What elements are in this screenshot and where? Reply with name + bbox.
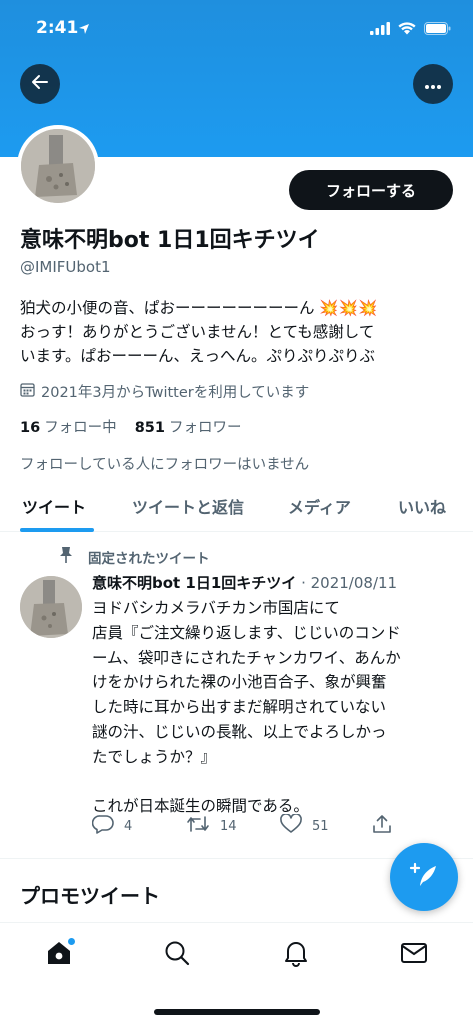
nav-search[interactable]: [159, 937, 195, 973]
share-icon: [372, 814, 392, 838]
joined-text: 2021年3月からTwitterを利用しています: [41, 385, 310, 401]
following-count: 16: [20, 420, 41, 436]
bio-line: おっす！ありがとうございません！とても感謝して: [20, 323, 375, 341]
bottom-nav: [0, 922, 473, 1024]
share-button[interactable]: [372, 814, 392, 838]
tweet-text[interactable]: ヨドバシカメラバチカン市国店にて 店員『ご注文繰り返します、じじいのコンド ーム…: [92, 596, 462, 819]
tweet-avatar[interactable]: [20, 576, 82, 638]
status-time: 2:41: [36, 18, 79, 38]
followers-link[interactable]: 851 フォロワー: [135, 416, 242, 437]
tab-indicator: [20, 528, 94, 532]
more-icon: [424, 75, 442, 94]
handle: @IMIFUbot1: [20, 258, 111, 276]
retweet-button[interactable]: 14: [186, 814, 237, 838]
more-button[interactable]: [413, 64, 453, 104]
tab-tweets[interactable]: ツイート: [22, 494, 86, 518]
bio: 狛犬の小便の音、ぱおーーーーーーーーん 💥💥💥 おっす！ありがとうございません！…: [20, 296, 460, 368]
like-count: 51: [312, 818, 329, 834]
reply-button[interactable]: 4: [91, 814, 133, 838]
tweet-line: けをかけられた裸の小池百合子、象が興奮: [92, 673, 387, 692]
back-arrow-icon: [31, 73, 49, 95]
tweet-author[interactable]: 意味不明bot 1日1回キチツイ: [92, 574, 296, 592]
bio-line: 狛犬の小便の音、ぱおーーーーーーーーん 💥💥💥: [20, 299, 378, 317]
tab-tweets-replies[interactable]: ツイートと返信: [132, 494, 244, 518]
search-icon: [164, 940, 190, 970]
compose-icon: [409, 860, 439, 894]
heart-icon: [280, 813, 302, 838]
tweet-line: たでしょうか？』: [92, 747, 217, 766]
following-link[interactable]: 16 フォロー中: [20, 416, 117, 437]
tweet-header: 意味不明bot 1日1回キチツイ · 2021/08/11: [92, 572, 397, 593]
tweet-line: ヨドバシカメラバチカン市国店にて: [92, 599, 340, 617]
signal-icon: [370, 20, 390, 39]
joined-date: 2021年3月からTwitterを利用しています: [20, 381, 309, 402]
mail-icon: [400, 941, 428, 969]
reply-count: 4: [124, 818, 133, 834]
retweet-icon: [186, 814, 210, 838]
profile-tabs: ツイート ツイートと返信 メディア いいね: [0, 482, 473, 532]
pinned-indicator: 固定されたツイート: [58, 546, 210, 568]
follow-button[interactable]: フォローする: [289, 170, 453, 210]
home-indicator: [154, 1009, 320, 1015]
tweet-line: した時に耳から出すまだ解明されていない: [92, 698, 387, 717]
notification-dot: [68, 938, 75, 945]
calendar-icon: [20, 382, 35, 401]
bell-icon: [283, 939, 309, 971]
location-icon: [78, 20, 90, 39]
nav-home[interactable]: [41, 937, 77, 973]
tweet-line: [92, 770, 462, 795]
pin-icon: [58, 546, 74, 568]
tweet-date[interactable]: · 2021/08/11: [301, 574, 397, 592]
battery-icon: [424, 20, 451, 39]
tweet-line: ーム、袋叩きにされたチャンカワイ、あんか: [92, 648, 401, 667]
profile-avatar[interactable]: [17, 125, 99, 207]
reply-icon: [91, 814, 114, 838]
followers-count: 851: [134, 420, 165, 436]
display-name: 意味不明bot 1日1回キチツイ: [20, 228, 320, 253]
retweet-count: 14: [220, 818, 237, 834]
tweet-line: 店員『ご注文繰り返します、じじいのコンド: [92, 623, 401, 642]
status-bar: 2:41: [0, 0, 473, 60]
followers-label: フォロワー: [168, 420, 242, 436]
promo-heading: プロモツイート: [20, 884, 160, 908]
like-button[interactable]: 51: [280, 813, 329, 838]
nav-notifications[interactable]: [278, 937, 314, 973]
no-followers-note: フォローしている人にフォロワーはいません: [20, 457, 310, 473]
pinned-label: 固定されたツイート: [88, 551, 210, 567]
tweet-line: 謎の汁、じじいの長靴、以上でよろしかっ: [92, 722, 387, 741]
tweet-actions: 4 14 51: [91, 813, 402, 838]
follow-counts: 16 フォロー中 851 フォロワー: [20, 416, 241, 437]
back-button[interactable]: [20, 64, 60, 104]
following-label: フォロー中: [44, 420, 117, 436]
bio-line: います。ぱおーーーん、えっへん。ぷりぷりぷりぶ: [20, 347, 375, 365]
tab-likes[interactable]: いいね: [398, 494, 446, 518]
tab-media[interactable]: メディア: [288, 494, 351, 518]
compose-button[interactable]: [390, 843, 458, 911]
nav-messages[interactable]: [396, 937, 432, 973]
wifi-icon: [398, 20, 416, 39]
